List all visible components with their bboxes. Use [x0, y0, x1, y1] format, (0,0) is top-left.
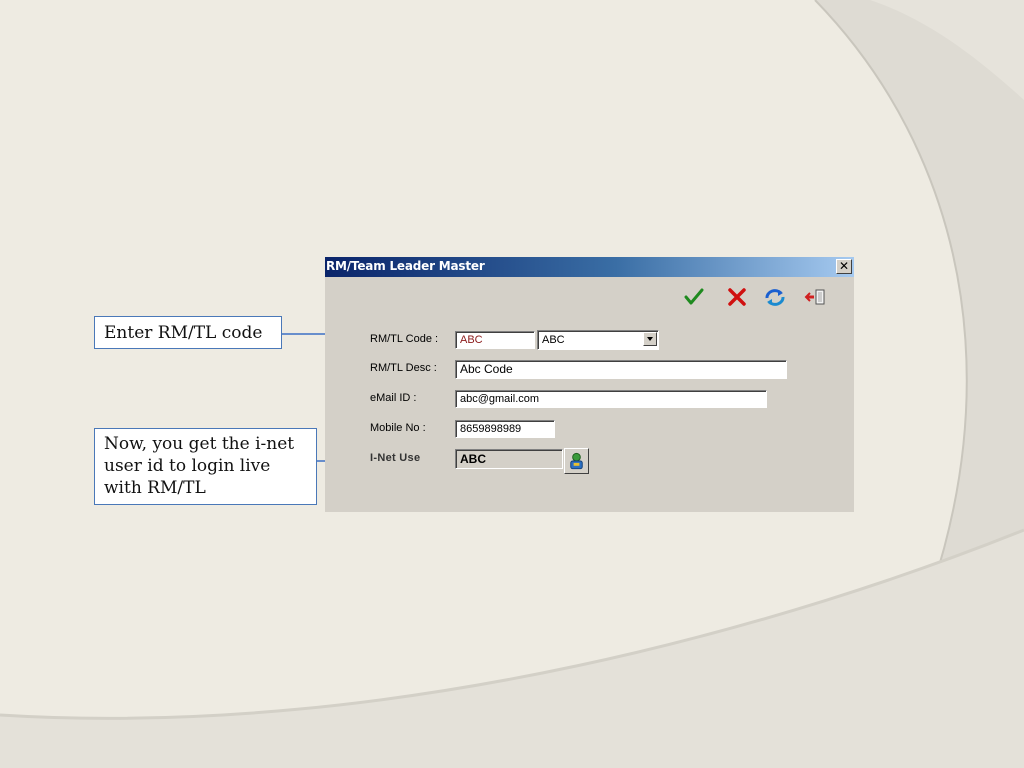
email-label: eMail ID :	[370, 392, 417, 404]
callout-text: Enter RM/TL code	[104, 323, 263, 343]
chevron-down-icon[interactable]	[643, 332, 657, 346]
check-icon	[684, 288, 704, 305]
refresh-button[interactable]	[763, 285, 787, 309]
callout-inet-user-id: Now, you get the i-net user id to login …	[94, 428, 317, 505]
exit-button[interactable]	[804, 285, 828, 309]
mobile-label: Mobile No :	[370, 422, 426, 434]
cancel-button[interactable]	[725, 285, 749, 309]
dialog-titlebar[interactable]: RM/Team Leader Master ✕	[325, 257, 854, 277]
callout-text: Now, you get the i-net user id to login …	[104, 434, 295, 498]
inet-user-label: I-Net Use	[370, 452, 421, 464]
x-icon	[728, 288, 746, 306]
exit-door-icon	[804, 289, 825, 305]
close-button[interactable]: ✕	[836, 259, 852, 274]
rm-team-leader-master-dialog: RM/Team Leader Master ✕ RM/TL Code : ABC	[325, 257, 854, 512]
email-input[interactable]: abc@gmail.com	[455, 390, 767, 408]
save-button[interactable]	[682, 285, 706, 309]
refresh-icon	[765, 289, 785, 306]
rm-tl-code-select[interactable]: ABC	[537, 330, 659, 350]
inet-user-input: ABC	[455, 449, 563, 469]
user-lookup-icon	[570, 452, 583, 470]
rm-tl-desc-input[interactable]: Abc Code	[455, 360, 787, 379]
dialog-title: RM/Team Leader Master	[326, 259, 485, 273]
rm-tl-code-select-value: ABC	[542, 334, 565, 346]
callout-enter-rm-code: Enter RM/TL code	[94, 316, 282, 349]
inet-user-lookup-button[interactable]	[564, 448, 589, 474]
rm-tl-code-input[interactable]: ABC	[455, 331, 535, 349]
mobile-input[interactable]: 8659898989	[455, 420, 555, 438]
rm-tl-desc-label: RM/TL Desc :	[370, 362, 437, 374]
rm-tl-code-label: RM/TL Code :	[370, 333, 439, 345]
